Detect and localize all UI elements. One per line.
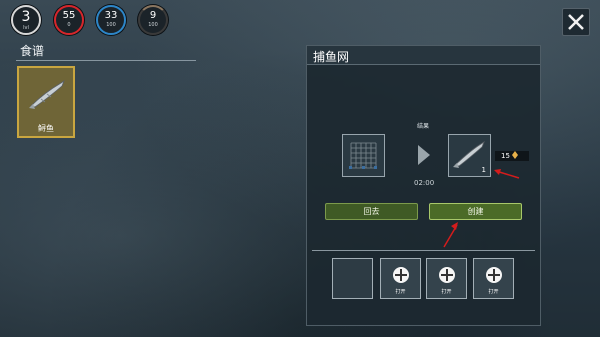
annotation-arrows xyxy=(443,169,520,248)
